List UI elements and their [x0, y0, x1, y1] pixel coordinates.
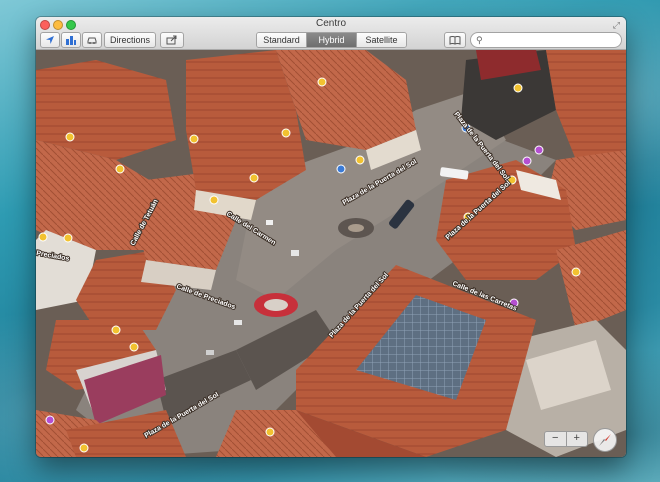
share-icon [166, 35, 177, 45]
map-type-standard[interactable]: Standard [257, 33, 307, 47]
compass-icon [599, 434, 611, 446]
map-type-satellite[interactable]: Satellite [357, 33, 406, 47]
3d-view-button[interactable] [61, 32, 81, 48]
maps-window: Centro ⤢ Directions Standard Hybrid Sate… [36, 17, 626, 457]
zoom-control: − + [544, 431, 588, 447]
map-type-control: Standard Hybrid Satellite [256, 32, 407, 48]
current-location-button[interactable] [40, 32, 60, 48]
search-field[interactable]: ⚲ [470, 32, 622, 48]
directions-button[interactable]: Directions [104, 32, 156, 48]
window-title: Centro [315, 18, 346, 29]
book-icon [449, 36, 461, 45]
map-view[interactable]: Calle de Tetuán Calle del Carmen Calle d… [36, 50, 626, 457]
fullscreen-icon[interactable]: ⤢ [613, 20, 620, 31]
location-arrow-icon [46, 36, 54, 44]
bookmarks-button[interactable] [444, 32, 466, 48]
share-button[interactable] [160, 32, 184, 48]
compass-button[interactable] [593, 428, 617, 452]
satellite-flyover: Calle de Tetuán Calle del Carmen Calle d… [36, 50, 626, 457]
car-icon [87, 37, 97, 44]
traffic-button[interactable] [82, 32, 102, 48]
zoom-out-button[interactable]: − [545, 432, 567, 446]
search-input[interactable] [487, 33, 617, 47]
map-type-hybrid[interactable]: Hybrid [307, 33, 357, 47]
toolbar: Centro ⤢ Directions Standard Hybrid Sate… [36, 17, 626, 50]
zoom-in-button[interactable]: + [567, 432, 588, 446]
search-icon: ⚲ [476, 35, 483, 45]
3d-buildings-icon [66, 36, 76, 45]
